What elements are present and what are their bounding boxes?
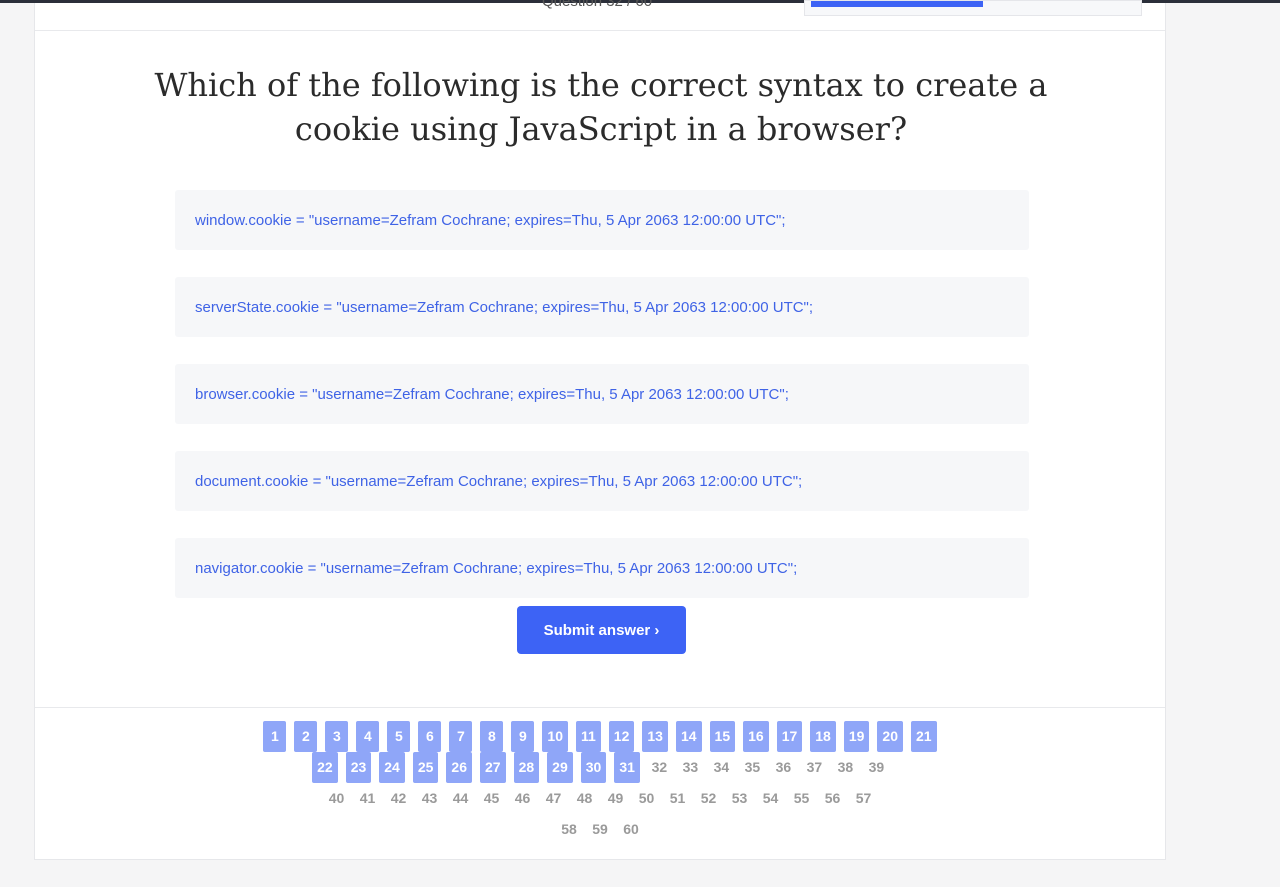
question-page-55[interactable]: 55 (790, 783, 813, 814)
question-page-60[interactable]: 60 (620, 814, 643, 845)
question-page-51[interactable]: 51 (666, 783, 689, 814)
question-page-32[interactable]: 32 (648, 752, 671, 783)
question-page-52[interactable]: 52 (697, 783, 720, 814)
question-page-23[interactable]: 23 (345, 751, 372, 783)
question-page-48[interactable]: 48 (573, 783, 596, 814)
question-page-46[interactable]: 46 (511, 783, 534, 814)
answer-option-4[interactable]: document.cookie = "username=Zefram Cochr… (175, 451, 1029, 511)
question-page-3[interactable]: 3 (325, 720, 349, 752)
question-page-12[interactable]: 12 (608, 720, 635, 752)
question-page-13[interactable]: 13 (642, 720, 668, 752)
question-page-33[interactable]: 33 (679, 752, 702, 783)
question-page-8[interactable]: 8 (480, 720, 504, 752)
question-page-59[interactable]: 59 (589, 814, 612, 845)
question-page-19[interactable]: 19 (843, 720, 870, 752)
pagination-row: 58 59 60 (35, 813, 1165, 845)
question-page-29[interactable]: 29 (547, 751, 573, 783)
progress-bar (804, 0, 1142, 16)
quiz-card: Question 32 / 60 Which of the following … (34, 0, 1166, 860)
question-page-49[interactable]: 49 (604, 783, 627, 814)
question-page-30[interactable]: 30 (580, 751, 607, 783)
pagination-row: 40 41 42 43 44 45 46 47 48 49 50 51 52 53 54 55 56 57 (35, 782, 1165, 814)
question-page-15[interactable]: 15 (709, 720, 736, 752)
question-pagination: 1 2 3 4 5 6 7 8 9 10 11 12 13 14 15 16 17 18 19 20 21 22 23 24 2… (35, 720, 1165, 844)
pagination-row: 22 23 24 25 26 27 28 29 30 31 32 33 34 35 36 37 38 39 (35, 751, 1165, 783)
question-page-17[interactable]: 17 (776, 720, 803, 752)
question-page-24[interactable]: 24 (379, 751, 405, 783)
question-page-25[interactable]: 25 (412, 751, 439, 783)
question-page-54[interactable]: 54 (759, 783, 782, 814)
question-page-26[interactable]: 26 (446, 751, 472, 783)
question-page-38[interactable]: 38 (834, 752, 857, 783)
answer-option-2[interactable]: serverState.cookie = "username=Zefram Co… (175, 277, 1029, 337)
pagination-row: 1 2 3 4 5 6 7 8 9 10 11 12 13 14 15 16 17 18 19 20 21 (35, 720, 1165, 752)
question-page-44[interactable]: 44 (449, 783, 472, 814)
question-page-31[interactable]: 31 (614, 751, 640, 783)
question-page-21[interactable]: 21 (911, 720, 937, 752)
question-page-9[interactable]: 9 (511, 720, 535, 752)
question-page-16[interactable]: 16 (743, 720, 769, 752)
answer-option-1[interactable]: window.cookie = "username=Zefram Cochran… (175, 190, 1029, 250)
question-page-6[interactable]: 6 (418, 720, 442, 752)
question-page-40[interactable]: 40 (325, 783, 348, 814)
question-counter: Question 32 / 60 (542, 0, 653, 10)
question-page-58[interactable]: 58 (558, 814, 581, 845)
question-page-53[interactable]: 53 (728, 783, 751, 814)
question-page-2[interactable]: 2 (294, 720, 318, 752)
question-page-20[interactable]: 20 (877, 720, 903, 752)
question-page-34[interactable]: 34 (710, 752, 733, 783)
question-page-4[interactable]: 4 (356, 720, 380, 752)
question-page-28[interactable]: 28 (513, 751, 540, 783)
quiz-header: Question 32 / 60 (35, 0, 1165, 31)
answer-option-5[interactable]: navigator.cookie = "username=Zefram Coch… (175, 538, 1029, 598)
progress-bar-fill (811, 1, 983, 7)
question-page-35[interactable]: 35 (741, 752, 764, 783)
question-page-36[interactable]: 36 (772, 752, 795, 783)
answer-options: window.cookie = "username=Zefram Cochran… (175, 190, 1029, 625)
question-page-45[interactable]: 45 (480, 783, 503, 814)
question-page-14[interactable]: 14 (675, 720, 702, 752)
question-page-57[interactable]: 57 (852, 783, 875, 814)
answer-option-3[interactable]: browser.cookie = "username=Zefram Cochra… (175, 364, 1029, 424)
question-page-47[interactable]: 47 (542, 783, 565, 814)
question-page-18[interactable]: 18 (810, 720, 836, 752)
question-page-56[interactable]: 56 (821, 783, 844, 814)
question-page-1[interactable]: 1 (263, 720, 287, 752)
question-page-5[interactable]: 5 (387, 720, 411, 752)
divider (35, 707, 1165, 708)
question-page-42[interactable]: 42 (387, 783, 410, 814)
question-page-22[interactable]: 22 (312, 751, 338, 783)
question-page-7[interactable]: 7 (449, 720, 473, 752)
question-page-10[interactable]: 10 (542, 720, 568, 752)
question-page-11[interactable]: 11 (575, 720, 601, 752)
question-page-27[interactable]: 27 (480, 751, 506, 783)
question-page-43[interactable]: 43 (418, 783, 441, 814)
question-text: Which of the following is the correct sy… (154, 66, 1048, 148)
question-page-41[interactable]: 41 (356, 783, 379, 814)
question-page-39[interactable]: 39 (865, 752, 888, 783)
question-page-37[interactable]: 37 (803, 752, 826, 783)
submit-answer-button[interactable]: Submit answer › (517, 606, 686, 654)
question-page-50[interactable]: 50 (635, 783, 658, 814)
